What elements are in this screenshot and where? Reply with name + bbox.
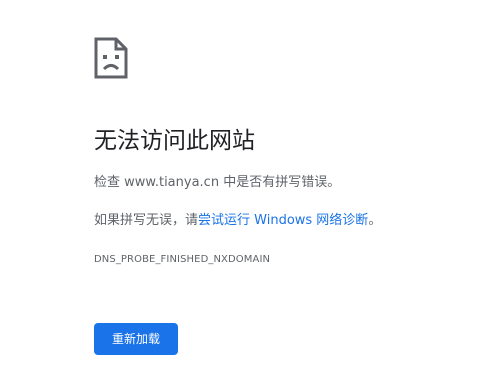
check-prefix: 检查 [94, 175, 125, 190]
error-title: 无法访问此网站 [94, 128, 255, 154]
suggestion-prefix: 如果拼写无误，请 [94, 213, 199, 228]
network-diagnostics-link[interactable]: 尝试运行 Windows 网络诊断 [198, 213, 368, 228]
spelling-check-message: 检查 www.tianya.cn 中是否有拼写错误。 [94, 173, 340, 193]
check-suffix: 中是否有拼写错误。 [219, 175, 341, 190]
suggestion-message: 如果拼写无误，请尝试运行 Windows 网络诊断。 [94, 211, 381, 231]
suggestion-suffix: 。 [368, 213, 382, 228]
error-code: DNS_PROBE_FINISHED_NXDOMAIN [94, 254, 271, 265]
domain-name: www.tianya.cn [124, 175, 220, 190]
reload-button[interactable]: 重新加载 [94, 323, 178, 355]
sad-page-icon [94, 37, 128, 79]
error-page: 无法访问此网站 检查 www.tianya.cn 中是否有拼写错误。 如果拼写无… [0, 0, 479, 382]
